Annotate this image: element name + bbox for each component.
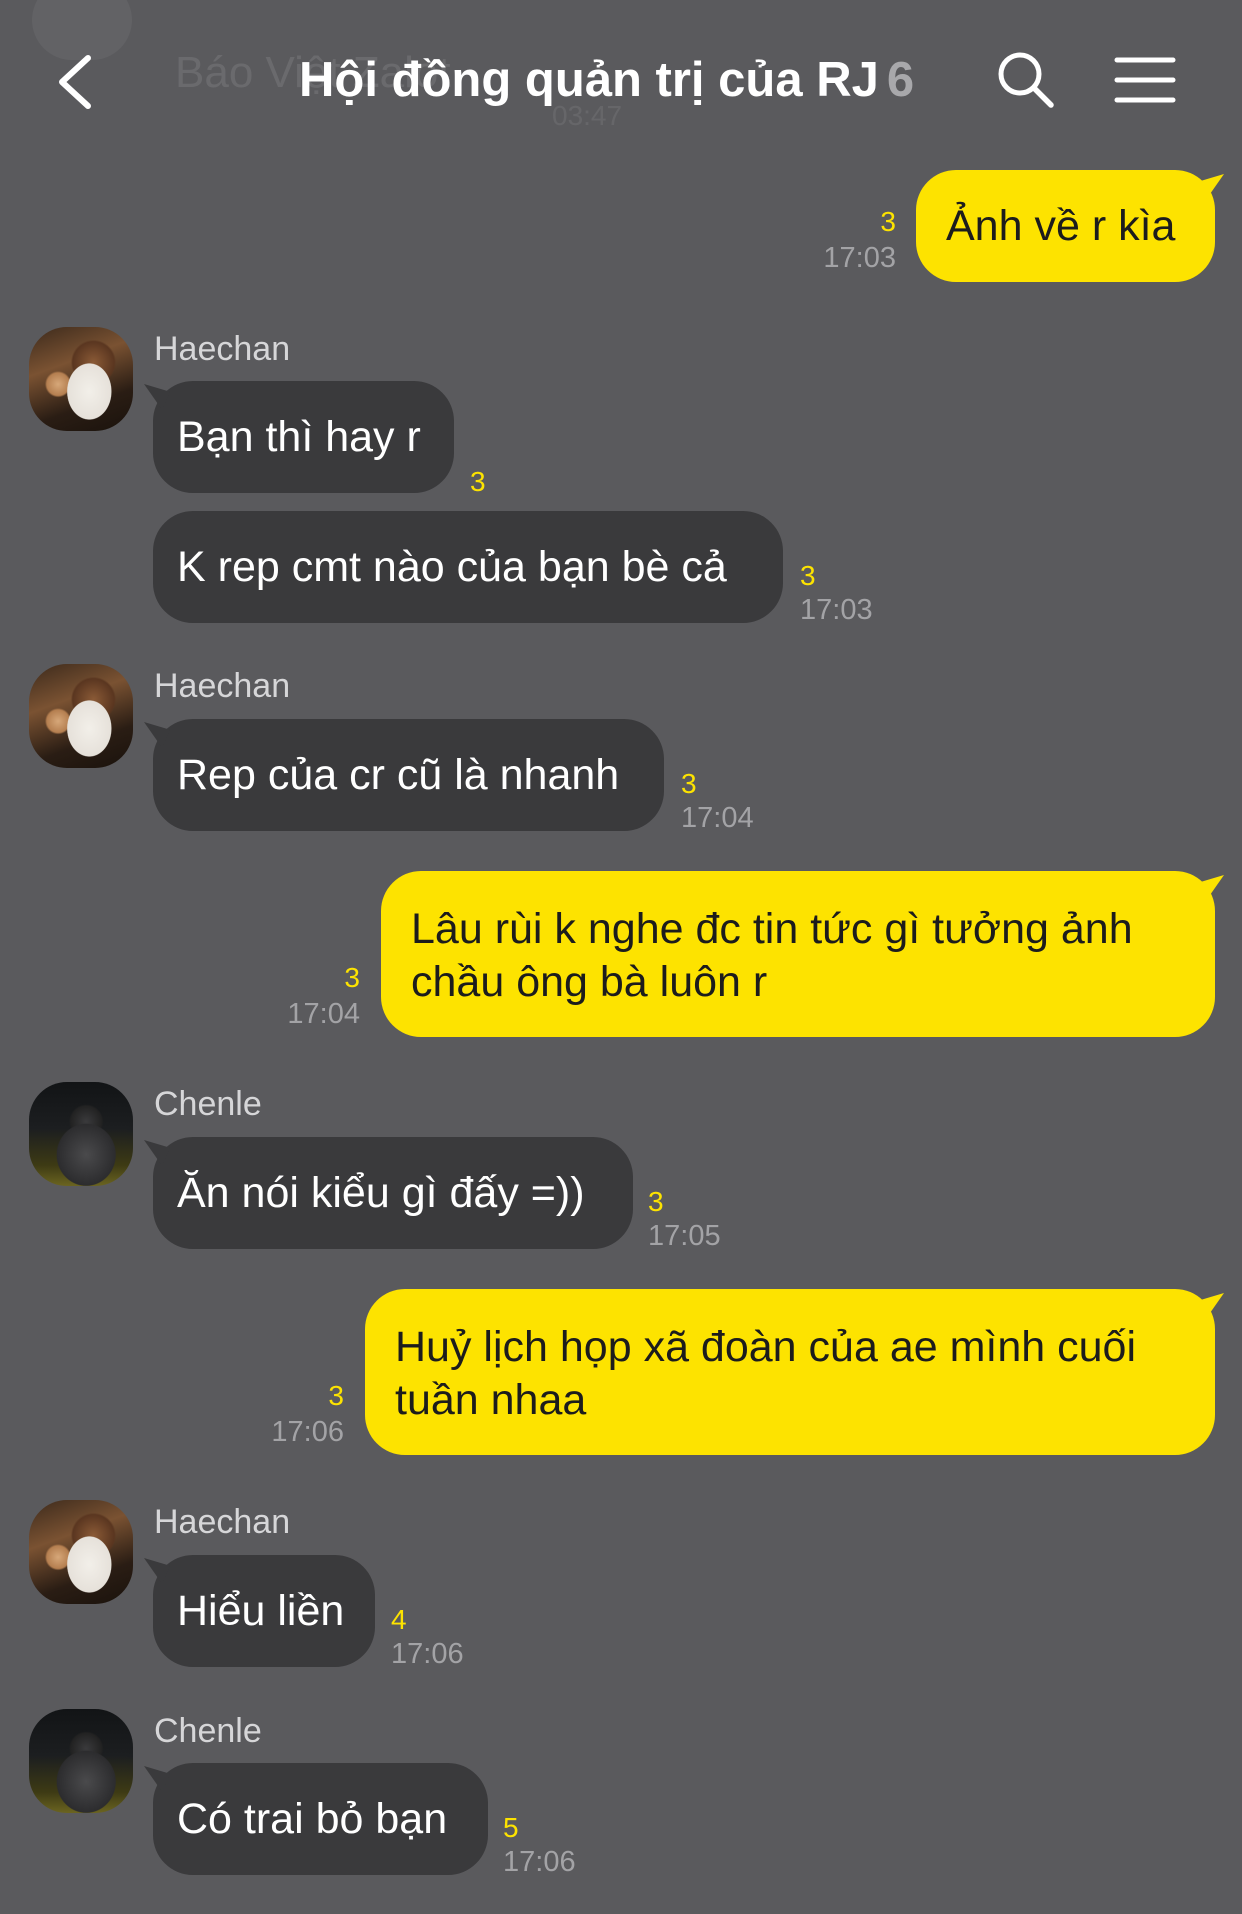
chat-header: Báo Việt Zalot 03:47 Hội đồng quản trị c… bbox=[0, 0, 1242, 160]
message-time: 17:06 bbox=[271, 1416, 344, 1448]
unread-count: 4 bbox=[391, 1604, 407, 1635]
search-button[interactable] bbox=[994, 48, 1056, 110]
unread-count: 3 bbox=[800, 560, 816, 591]
sender-name: Chenle bbox=[154, 1085, 262, 1123]
outgoing-message-bubble[interactable]: Lâu rùi k nghe đc tin tức gì tưởng ảnh c… bbox=[381, 871, 1215, 1037]
unread-count: 3 bbox=[470, 466, 486, 497]
message-text: Bạn thì hay r bbox=[177, 413, 421, 461]
message-text: Có trai bỏ bạn bbox=[177, 1795, 448, 1843]
message-text: K rep cmt nào của bạn bè cả bbox=[177, 543, 727, 591]
sender-name: Haechan bbox=[154, 667, 291, 705]
message-time: 17:06 bbox=[503, 1846, 576, 1878]
member-count: 6 bbox=[886, 53, 915, 107]
message-time: 17:06 bbox=[391, 1638, 464, 1670]
avatar-chenle[interactable] bbox=[29, 1082, 133, 1186]
incoming-message-bubble[interactable]: Hiểu liền bbox=[153, 1555, 375, 1667]
unread-count: 3 bbox=[648, 1186, 664, 1217]
hamburger-menu-icon bbox=[1114, 57, 1176, 103]
back-button[interactable] bbox=[52, 50, 102, 114]
avatar-haechan[interactable] bbox=[29, 327, 133, 431]
sender-name: Haechan bbox=[154, 1503, 291, 1541]
incoming-message-bubble[interactable]: Rep của cr cũ là nhanh bbox=[153, 719, 664, 831]
message-text: Lâu rùi k nghe đc tin tức gì tưởng ảnh c… bbox=[411, 905, 1133, 1006]
search-icon bbox=[998, 52, 1054, 108]
message-text: Hiểu liền bbox=[177, 1587, 345, 1635]
message-time: 17:03 bbox=[823, 242, 896, 274]
unread-count: 3 bbox=[880, 206, 896, 237]
incoming-message-bubble[interactable]: Có trai bỏ bạn bbox=[153, 1763, 488, 1875]
message-text: Huỷ lịch họp xã đoàn của ae mình cuối tu… bbox=[395, 1323, 1137, 1424]
incoming-message-bubble[interactable]: Bạn thì hay r bbox=[153, 381, 454, 493]
incoming-message-bubble[interactable]: Ăn nói kiểu gì đấy =)) bbox=[153, 1137, 633, 1249]
message-text: Ăn nói kiểu gì đấy =)) bbox=[177, 1169, 585, 1217]
message-time: 17:05 bbox=[648, 1220, 721, 1252]
outgoing-message-bubble[interactable]: Huỷ lịch họp xã đoàn của ae mình cuối tu… bbox=[365, 1289, 1215, 1455]
menu-button[interactable] bbox=[1114, 55, 1176, 105]
message-time: 17:04 bbox=[681, 802, 754, 834]
incoming-message-bubble[interactable]: K rep cmt nào của bạn bè cả bbox=[153, 511, 783, 623]
message-time: 17:04 bbox=[287, 998, 360, 1030]
chat-title-text: Hội đồng quản trị của RJ bbox=[299, 53, 879, 107]
sender-name: Chenle bbox=[154, 1712, 262, 1750]
unread-count: 5 bbox=[503, 1812, 519, 1843]
outgoing-message-bubble[interactable]: Ảnh về r kìa bbox=[916, 170, 1215, 282]
unread-count: 3 bbox=[681, 768, 697, 799]
avatar-chenle[interactable] bbox=[29, 1709, 133, 1813]
avatar-haechan[interactable] bbox=[29, 664, 133, 768]
avatar-haechan[interactable] bbox=[29, 1500, 133, 1604]
chevron-left-icon bbox=[59, 55, 91, 109]
message-text: Rep của cr cũ là nhanh bbox=[177, 751, 620, 799]
unread-count: 3 bbox=[344, 962, 360, 993]
message-text: Ảnh về r kìa bbox=[946, 202, 1176, 250]
message-time: 17:03 bbox=[800, 594, 873, 626]
sender-name: Haechan bbox=[154, 330, 291, 368]
chat-title[interactable]: Hội đồng quản trị của RJ 6 bbox=[299, 52, 914, 108]
unread-count: 3 bbox=[328, 1380, 344, 1411]
